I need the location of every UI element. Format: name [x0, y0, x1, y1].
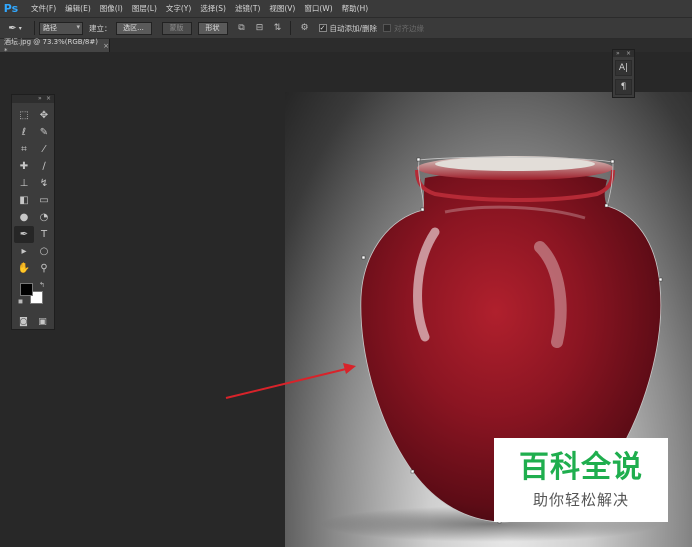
menu-select[interactable]: 选择(S): [200, 3, 226, 14]
auto-add-delete-label: 自动添加/删除: [329, 23, 378, 33]
menu-filter[interactable]: 滤镜(T): [235, 3, 260, 14]
quick-selection-icon[interactable]: ✎: [34, 124, 54, 141]
menu-help[interactable]: 帮助(H): [342, 3, 369, 14]
watermark-subtitle: 助你轻松解决: [532, 490, 629, 509]
pen-icon[interactable]: ✒: [14, 226, 34, 243]
close-icon[interactable]: ×: [103, 42, 109, 50]
menu-edit[interactable]: 编辑(E): [65, 3, 91, 14]
menu-view[interactable]: 视图(V): [269, 3, 295, 14]
move-icon[interactable]: ✥: [34, 107, 54, 124]
make-selection-button[interactable]: 选区...: [115, 21, 152, 35]
document-tab[interactable]: 酒坛.jpg @ 73.3%(RGB/8#) * ×: [0, 38, 110, 55]
document-tab-bar: 酒坛.jpg @ 73.3%(RGB/8#) * ×: [0, 38, 692, 55]
character-panel-icon[interactable]: A|: [615, 60, 632, 76]
brush-icon[interactable]: ∕: [34, 158, 54, 175]
auto-add-delete-checkbox[interactable]: ✓ 自动添加/删除: [318, 23, 378, 34]
menu-file[interactable]: 文件(F): [31, 3, 56, 14]
ps-logo: Ps: [3, 2, 19, 15]
menu-window[interactable]: 窗口(W): [304, 3, 332, 14]
rectangular-marquee-icon[interactable]: ⬚: [14, 107, 34, 124]
eraser-icon[interactable]: ◧: [14, 192, 34, 209]
pen-mode-select[interactable]: 路径: [39, 21, 83, 35]
clone-stamp-icon[interactable]: ⊥: [14, 175, 34, 192]
make-shape-button[interactable]: 形状: [197, 21, 228, 35]
close-icon[interactable]: ×: [46, 95, 51, 103]
character-paragraph-panel: » × A| ¶: [612, 49, 635, 98]
tools-panel-header[interactable]: » ×: [12, 95, 54, 103]
history-brush-icon[interactable]: ↯: [34, 175, 54, 192]
checkbox-check-icon: ✓: [318, 24, 327, 32]
quick-mask-icon[interactable]: ◙: [14, 313, 33, 330]
tool-grid: ⬚ ✥ ℓ ✎ ⌗ ⁄ ✚ ∕ ⊥ ↯ ◧ ▭ ● ◔ ✒ T ▸ ○ ✋ ⚲: [12, 103, 54, 277]
align-edges-checkbox[interactable]: 对齐边缘: [383, 23, 424, 34]
hand-icon[interactable]: ✋: [14, 260, 34, 277]
gradient-icon[interactable]: ▭: [34, 192, 54, 209]
menu-bar: Ps 文件(F) 编辑(E) 图像(I) 图层(L) 文字(Y) 选择(S) 滤…: [0, 0, 692, 17]
options-divider: [34, 21, 35, 35]
menu-layer[interactable]: 图层(L): [132, 3, 157, 14]
foreground-color-swatch[interactable]: [20, 283, 33, 296]
gear-icon[interactable]: ⚙: [297, 20, 313, 36]
options-bar: ✒▾ 路径 建立： 选区... 蒙版 形状 ⧉ ⊟ ⇅ ⚙ ✓ 自动添加/删除 …: [0, 17, 692, 39]
path-selection-icon[interactable]: ▸: [14, 243, 34, 260]
watermark-title: 百科全说: [519, 449, 643, 485]
lasso-icon[interactable]: ℓ: [14, 124, 34, 141]
pen-tool-icon[interactable]: ✒ ▾: [0, 18, 30, 38]
screen-mode-icon[interactable]: ▣: [33, 313, 52, 330]
align-edges-label: 对齐边缘: [394, 23, 425, 33]
paragraph-panel-icon[interactable]: ¶: [615, 79, 632, 95]
options-divider: [289, 21, 291, 35]
menu-image[interactable]: 图像(I): [100, 3, 123, 14]
tools-panel: » × ⬚ ✥ ℓ ✎ ⌗ ⁄ ✚ ∕ ⊥ ↯ ◧ ▭ ● ◔ ✒ T ▸ ○ ✋ ⚲ ◼ ↰ ◙ ▣: [11, 94, 55, 330]
photoshop-window: Ps 文件(F) 编辑(E) 图像(I) 图层(L) 文字(Y) 选择(S) 滤…: [0, 0, 692, 547]
menu-type[interactable]: 文字(Y): [166, 3, 191, 14]
checkbox-empty-icon: [383, 24, 392, 32]
mode-tools: ◙ ▣: [12, 311, 54, 332]
blur-icon[interactable]: ●: [14, 209, 34, 226]
swap-colors-icon[interactable]: ↰: [39, 281, 45, 289]
crop-icon[interactable]: ⌗: [14, 141, 34, 158]
default-colors-icon[interactable]: ◼: [18, 298, 23, 305]
collapse-icon[interactable]: »: [38, 95, 42, 103]
watermark: 百科全说 助你轻松解决: [494, 438, 668, 522]
mini-panel-header[interactable]: » ×: [613, 50, 634, 57]
ellipse-shape-icon[interactable]: ○: [34, 243, 54, 260]
path-alignment-icon[interactable]: ⊟: [252, 20, 268, 36]
eyedropper-icon[interactable]: ⁄: [34, 141, 54, 158]
make-mask-button[interactable]: 蒙版: [161, 21, 192, 35]
color-swatches: ◼ ↰: [12, 281, 54, 311]
spot-healing-icon[interactable]: ✚: [14, 158, 34, 175]
type-icon[interactable]: T: [34, 226, 54, 243]
make-label: 建立：: [89, 23, 112, 33]
zoom-icon[interactable]: ⚲: [34, 260, 54, 277]
path-operations-icon[interactable]: ⧉: [234, 20, 250, 36]
close-icon[interactable]: ×: [626, 50, 631, 57]
dodge-icon[interactable]: ◔: [34, 209, 54, 226]
path-arrangement-icon[interactable]: ⇅: [270, 20, 286, 36]
vase-mouth: [435, 157, 595, 171]
collapse-icon[interactable]: »: [616, 50, 620, 57]
